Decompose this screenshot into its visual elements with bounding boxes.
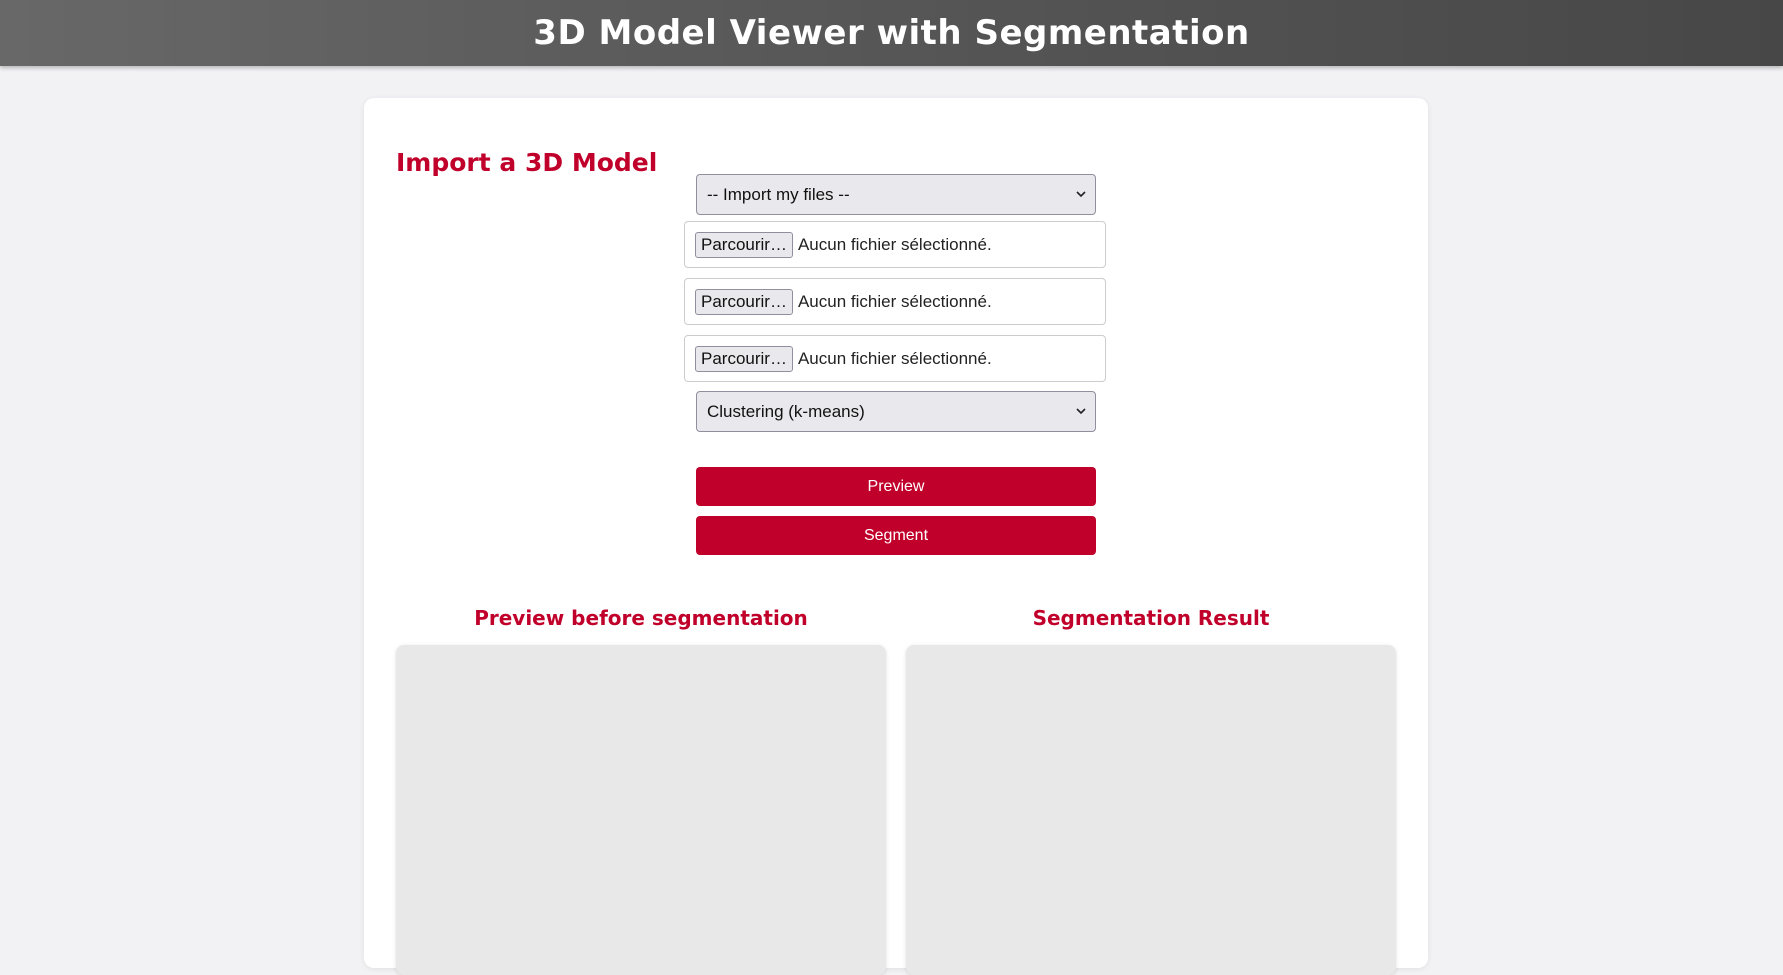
preview-viewer[interactable] xyxy=(396,645,886,975)
file-input-1[interactable]: Parcourir… Aucun fichier sélectionné. xyxy=(684,221,1106,268)
result-panel-title: Segmentation Result xyxy=(1032,606,1270,630)
segment-button[interactable]: Segment xyxy=(696,516,1096,555)
browse-button-2[interactable]: Parcourir… xyxy=(695,288,793,315)
main-card: Import a 3D Model -- Import my files -- … xyxy=(364,98,1428,975)
file-status-2: Aucun fichier sélectionné. xyxy=(797,291,992,311)
file-input-2[interactable]: Parcourir… Aucun fichier sélectionné. xyxy=(684,278,1106,325)
result-viewer[interactable] xyxy=(906,645,1396,975)
method-select-value: Clustering (k-means) xyxy=(707,401,865,421)
preview-button[interactable]: Preview xyxy=(696,467,1096,506)
import-section-title: Import a 3D Model xyxy=(396,148,658,177)
browse-button-1[interactable]: Parcourir… xyxy=(695,231,793,258)
app-title: 3D Model Viewer with Segmentation xyxy=(533,13,1250,53)
chevron-down-icon xyxy=(1076,190,1086,200)
method-select[interactable]: Clustering (k-means) xyxy=(696,391,1096,432)
file-status-1: Aucun fichier sélectionné. xyxy=(797,234,992,254)
source-select-value: -- Import my files -- xyxy=(707,184,850,204)
browse-button-3[interactable]: Parcourir… xyxy=(695,345,793,372)
file-status-3: Aucun fichier sélectionné. xyxy=(797,348,992,368)
app-header: 3D Model Viewer with Segmentation xyxy=(0,0,1783,66)
file-input-3[interactable]: Parcourir… Aucun fichier sélectionné. xyxy=(684,335,1106,382)
chevron-down-icon xyxy=(1076,407,1086,417)
preview-panel-title: Preview before segmentation xyxy=(474,606,808,630)
source-select[interactable]: -- Import my files -- xyxy=(696,174,1096,215)
